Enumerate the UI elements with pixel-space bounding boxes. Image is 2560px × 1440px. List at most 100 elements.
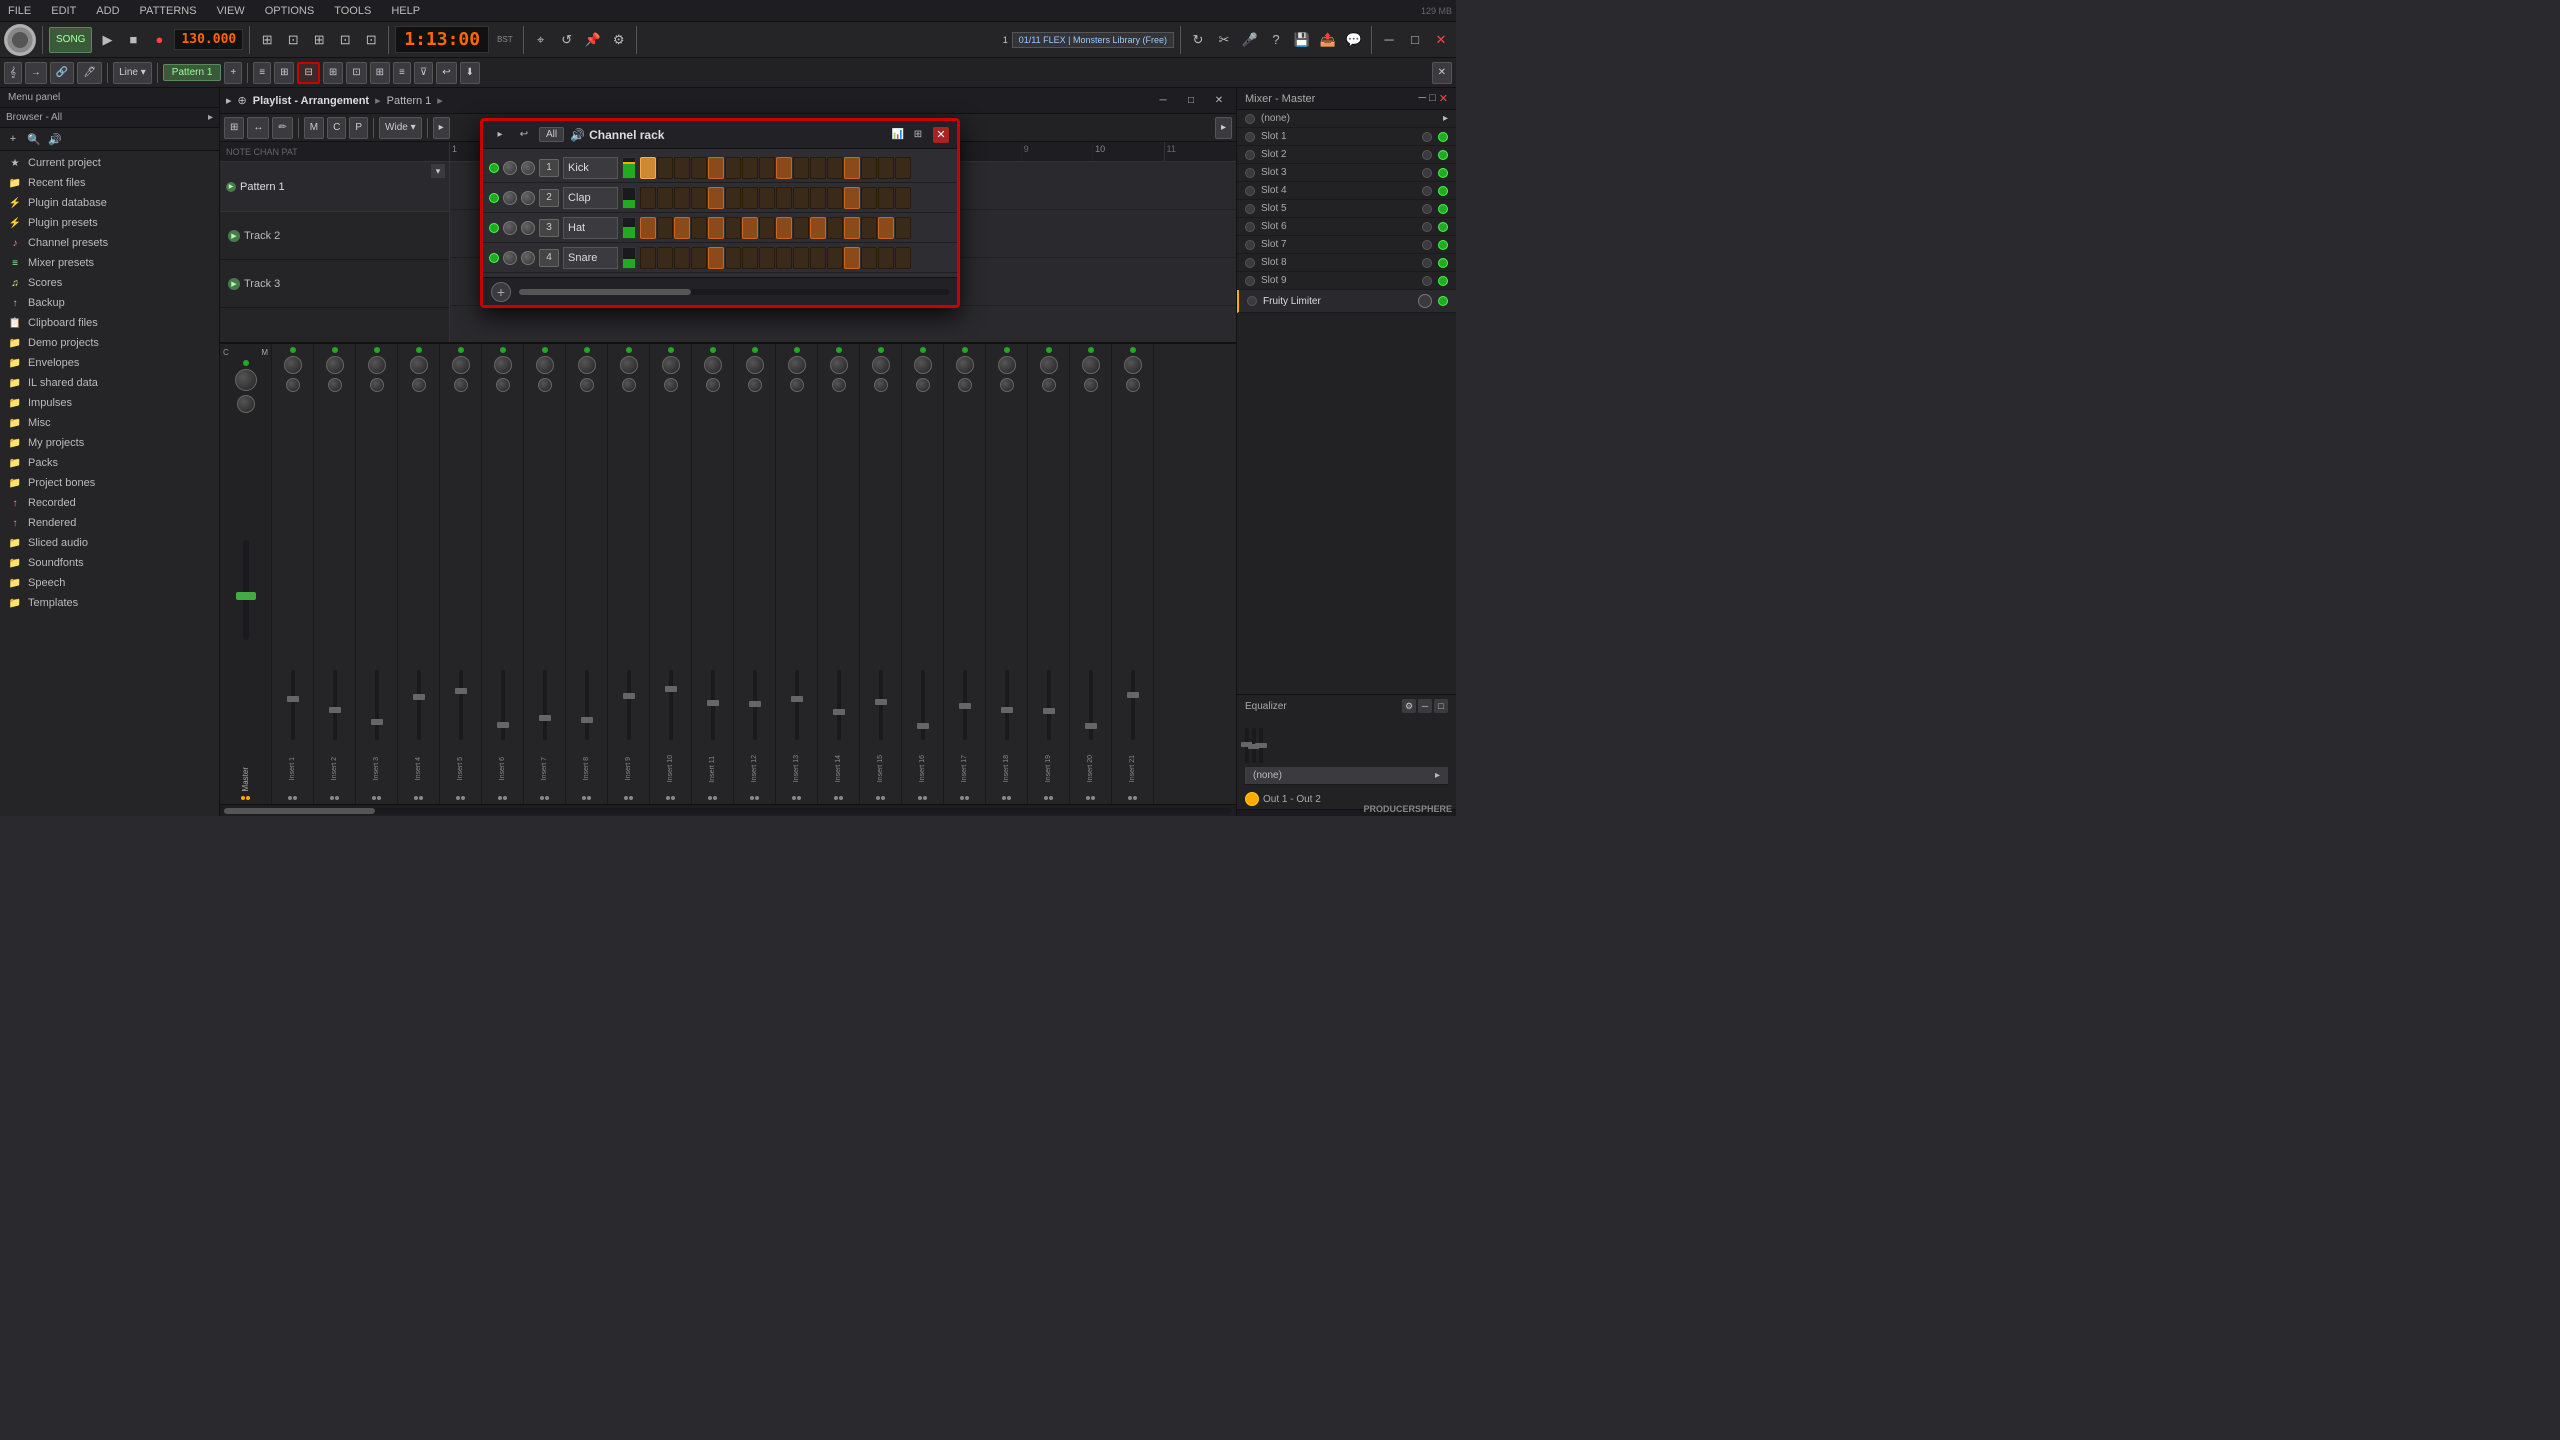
expand-icon[interactable]: ▸ (226, 94, 232, 107)
menu-edit[interactable]: EDIT (47, 3, 80, 19)
cr-bars-icon[interactable]: 📊 (889, 126, 907, 144)
playlist-minimize[interactable]: ─ (1152, 90, 1174, 112)
track2-play[interactable]: ▶ (228, 230, 240, 242)
snare-pad-3[interactable] (674, 247, 690, 269)
insert-fader-20[interactable] (1085, 723, 1097, 729)
insert-vol-knob-8[interactable] (578, 356, 596, 374)
hat-pad-4[interactable] (691, 217, 707, 239)
insert-vol-knob-6[interactable] (494, 356, 512, 374)
insert-pan-knob-7[interactable] (538, 378, 552, 392)
snare-led[interactable] (489, 253, 499, 263)
clap-pad-13[interactable] (844, 187, 860, 209)
clap-pad-8[interactable] (759, 187, 775, 209)
sidebar-item-recent-files[interactable]: 📁 Recent files (0, 173, 219, 193)
kick-pad-10[interactable] (793, 157, 809, 179)
stamp-btn[interactable]: 🖊 (77, 62, 102, 84)
kick-pad-6[interactable] (725, 157, 741, 179)
sidebar-item-speech[interactable]: 📁 Speech (0, 573, 219, 593)
play-btn[interactable]: ▶ (96, 29, 118, 51)
master-knob2[interactable] (237, 395, 255, 413)
slot5[interactable]: Slot 5 (1237, 200, 1456, 218)
snare-pad-10[interactable] (793, 247, 809, 269)
insert-fader-8[interactable] (581, 717, 593, 723)
insert-fader-14[interactable] (833, 709, 845, 715)
insert-fader-10[interactable] (665, 686, 677, 692)
clap-led[interactable] (489, 193, 499, 203)
record-btn[interactable]: ● (148, 29, 170, 51)
cpu-icon[interactable]: ⚙ (608, 29, 630, 51)
close2-btn[interactable]: ✕ (1432, 62, 1452, 84)
menu-tools[interactable]: TOOLS (330, 3, 375, 19)
insert-fader-4[interactable] (413, 694, 425, 700)
insert-pan-knob-8[interactable] (580, 378, 594, 392)
hat-pad-9[interactable] (776, 217, 792, 239)
record2-btn[interactable]: ⊞ (370, 62, 390, 84)
tool4-icon[interactable]: ⊡ (334, 29, 356, 51)
browser-collapse-icon[interactable]: ▸ (208, 112, 213, 123)
fruity-limiter-knob[interactable] (1418, 294, 1432, 308)
insert-vol-knob-15[interactable] (872, 356, 890, 374)
master-fader-thumb[interactable] (236, 592, 256, 600)
insert-vol-knob-13[interactable] (788, 356, 806, 374)
mixer-btn[interactable]: ≡ (393, 62, 411, 84)
playlist-tb-zoom[interactable]: Wide ▾ (379, 117, 422, 139)
insert-pan-knob-15[interactable] (874, 378, 888, 392)
insert-pan-knob-19[interactable] (1042, 378, 1056, 392)
playlist-tb-pat[interactable]: P (349, 117, 368, 139)
sidebar-item-rendered[interactable]: ↑ Rendered (0, 513, 219, 533)
insert-fader-17[interactable] (959, 703, 971, 709)
insert-fader-3[interactable] (371, 719, 383, 725)
sidebar-item-my-projects[interactable]: 📁 My projects (0, 433, 219, 453)
arrow-btn[interactable]: → (25, 62, 47, 84)
sidebar-item-current-project[interactable]: ★ Current project (0, 153, 219, 173)
cr-grid-icon[interactable]: ⊞ (909, 126, 927, 144)
slot8[interactable]: Slot 8 (1237, 254, 1456, 272)
clap-pad-11[interactable] (810, 187, 826, 209)
tool2-icon[interactable]: ⊡ (282, 29, 304, 51)
kick-name-btn[interactable]: Kick (563, 157, 618, 179)
cr-add-channel-btn[interactable]: + (491, 282, 511, 302)
add-pattern-btn[interactable]: + (224, 62, 242, 84)
master-selector-arrow[interactable]: ▸ (1443, 113, 1448, 124)
chat-icon[interactable]: 💬 (1343, 29, 1365, 51)
cr-scrollbar-thumb[interactable] (519, 289, 691, 295)
eq-none-select[interactable]: (none) ▸ (1245, 767, 1448, 785)
close-icon[interactable]: ✕ (1430, 29, 1452, 51)
hat-pad-15[interactable] (878, 217, 894, 239)
tool1-icon[interactable]: ⊞ (256, 29, 278, 51)
insert-fader-18[interactable] (1001, 707, 1013, 713)
hat-pad-2[interactable] (657, 217, 673, 239)
kick-pad-15[interactable] (878, 157, 894, 179)
cr-scrollbar[interactable] (519, 289, 949, 295)
kick-pad-5[interactable] (708, 157, 724, 179)
snare-pad-8[interactable] (759, 247, 775, 269)
clap-pad-16[interactable] (895, 187, 911, 209)
clap-pad-6[interactable] (725, 187, 741, 209)
hat-pad-6[interactable] (725, 217, 741, 239)
insert-fader-13[interactable] (791, 696, 803, 702)
insert-pan-knob-4[interactable] (412, 378, 426, 392)
insert-vol-knob-11[interactable] (704, 356, 722, 374)
playlist-tb-draw[interactable]: ✏ (272, 117, 292, 139)
stop-btn[interactable]: ■ (122, 29, 144, 51)
group-btn[interactable]: ≡ (253, 62, 271, 84)
insert-vol-knob-2[interactable] (326, 356, 344, 374)
kick-pad-12[interactable] (827, 157, 843, 179)
hat-pad-16[interactable] (895, 217, 911, 239)
sidebar-item-sliced-audio[interactable]: 📁 Sliced audio (0, 533, 219, 553)
mixer-maximize-btn[interactable]: □ (1429, 92, 1436, 105)
sidebar-item-envelopes[interactable]: 📁 Envelopes (0, 353, 219, 373)
funnel-btn[interactable]: ⊽ (414, 62, 433, 84)
slot7[interactable]: Slot 7 (1237, 236, 1456, 254)
clap-pad-1[interactable] (640, 187, 656, 209)
insert-fader-11[interactable] (707, 700, 719, 706)
maximize-icon[interactable]: □ (1404, 29, 1426, 51)
insert-fader-16[interactable] (917, 723, 929, 729)
hat-pan-knob[interactable] (521, 221, 535, 235)
hat-led[interactable] (489, 223, 499, 233)
insert-pan-knob-16[interactable] (916, 378, 930, 392)
clap-name-btn[interactable]: Clap (563, 187, 618, 209)
snare-vol-knob[interactable] (503, 251, 517, 265)
sidebar-item-backup[interactable]: ↑ Backup (0, 293, 219, 313)
kick-pad-13[interactable] (844, 157, 860, 179)
